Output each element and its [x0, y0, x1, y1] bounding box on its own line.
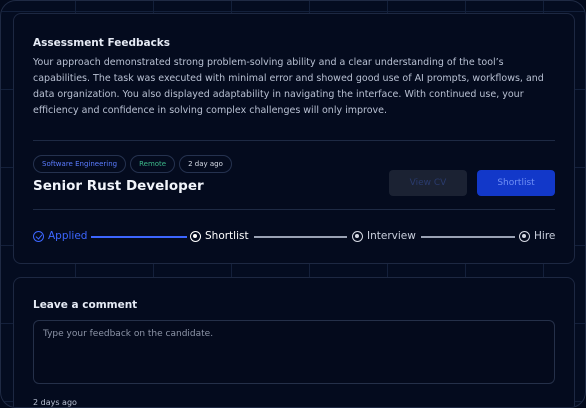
comment-timestamp: 2 days ago — [33, 398, 77, 407]
app-frame: Assessment Feedbacks Your approach demon… — [0, 0, 586, 408]
radio-dot-icon — [519, 230, 530, 242]
radio-dot-icon — [352, 230, 363, 242]
tag-category: Software Engineering — [33, 155, 127, 173]
stage-interview[interactable]: Interview — [352, 230, 416, 242]
job-title: Senior Rust Developer — [33, 178, 204, 194]
shortlist-button[interactable]: Shortlist — [477, 170, 555, 196]
job-tags: Software Engineering Remote 2 day ago — [33, 155, 232, 173]
stage-applied[interactable]: Applied — [33, 230, 87, 242]
progress-line-complete — [91, 236, 187, 238]
radio-dot-icon — [190, 230, 201, 242]
stage-label: Applied — [48, 230, 88, 242]
progress-line — [421, 236, 515, 238]
stage-shortlist[interactable]: Shortlist — [190, 230, 249, 242]
view-cv-button[interactable]: View CV — [389, 170, 467, 196]
assessment-card: Assessment Feedbacks Your approach demon… — [13, 13, 575, 264]
divider — [33, 140, 555, 141]
tag-posted: 2 day ago — [179, 155, 232, 173]
stage-label: Hire — [534, 230, 556, 242]
stage-label: Interview — [367, 230, 416, 242]
tag-location: Remote — [130, 155, 176, 173]
comment-card: Leave a comment 2 days ago — [13, 277, 575, 407]
assessment-text: Your approach demonstrated strong proble… — [33, 57, 544, 116]
comment-input[interactable] — [33, 320, 555, 384]
stage-label: Shortlist — [205, 230, 249, 242]
progress-line — [254, 236, 347, 238]
hiring-progress: Applied Shortlist Interview Hire — [33, 230, 555, 244]
check-circle-icon — [33, 230, 44, 242]
comment-title: Leave a comment — [33, 299, 138, 311]
assessment-title: Assessment Feedbacks — [33, 37, 171, 49]
divider — [33, 209, 555, 210]
stage-hire[interactable]: Hire — [519, 230, 555, 242]
